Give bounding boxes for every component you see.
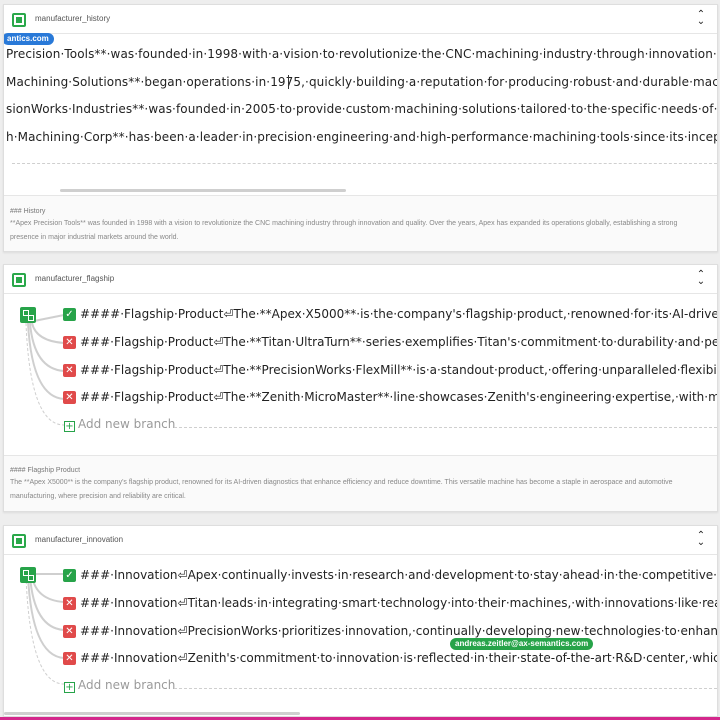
text-line[interactable]: Machining·Solutions**·began·operations·i… (6, 75, 717, 89)
x-icon[interactable]: ✕ (63, 597, 76, 610)
x-icon[interactable]: ✕ (63, 625, 76, 638)
text-cursor (288, 75, 289, 89)
root-node-icon[interactable] (20, 307, 36, 323)
horizontal-scrollbar[interactable] (4, 712, 300, 715)
text-line[interactable]: h·Machining·Corp**·has·been·a·leader·in·… (6, 130, 717, 144)
divider (174, 688, 717, 689)
preview-text: The **Apex X5000** is the company's flag… (10, 479, 673, 500)
innovation-card: manufacturer_innovation ⌃ ⌄ ✓ ###·Innovat… (3, 525, 718, 717)
x-icon[interactable]: ✕ (63, 652, 76, 665)
divider (12, 163, 717, 164)
user-tag: andreas.zeitler@ax-semantics.com (450, 638, 594, 650)
text-line[interactable]: sionWorks·Industries**·was·founded·in·20… (6, 102, 717, 116)
node-icon[interactable] (12, 13, 26, 27)
collapse-icon[interactable]: ⌃ ⌄ (695, 531, 707, 548)
add-branch-label: Add new branch (78, 417, 176, 431)
x-icon[interactable]: ✕ (63, 336, 76, 349)
branch-text[interactable]: ###·Innovation⏎Apex·continually·invests·… (80, 568, 717, 582)
branch-text[interactable]: ###·Innovation⏎Titan·leads·in·integratin… (80, 596, 717, 610)
preview-footer: ### History **Apex Precision Tools** was… (4, 195, 717, 251)
card-header: manufacturer_history ⌃ ⌄ (4, 5, 717, 34)
add-branch-button[interactable]: + Add new branch (64, 417, 175, 432)
user-tag: antics.com (4, 33, 54, 45)
horizontal-scrollbar[interactable] (60, 189, 346, 192)
history-card: manufacturer_history ⌃ ⌄ antics.com Preci… (3, 4, 718, 252)
card-header: manufacturer_innovation ⌃ ⌄ (4, 526, 717, 555)
branch-text[interactable]: ####·Flagship·Product⏎The·**Apex·X5000**… (80, 307, 717, 321)
preview-heading: #### Flagship Product (10, 467, 81, 474)
root-node-icon[interactable] (20, 567, 36, 583)
branch-text[interactable]: ###·Flagship·Product⏎The·**Zenith·MicroM… (80, 390, 717, 404)
check-icon[interactable]: ✓ (63, 308, 76, 321)
branch-text[interactable]: ###·Flagship·Product⏎The·**Titan·UltraTu… (80, 335, 717, 349)
preview-text: **Apex Precision Tools** was founded in … (10, 220, 678, 241)
divider (174, 427, 717, 428)
x-icon[interactable]: ✕ (63, 391, 76, 404)
plus-icon: + (64, 682, 75, 693)
branch-text[interactable]: ###·Flagship·Product⏎The·**PrecisionWork… (80, 363, 717, 377)
text-line[interactable]: Precision·Tools**·was·founded·in·1998·wi… (6, 47, 717, 61)
preview-footer: #### Flagship Product The **Apex X5000**… (4, 455, 717, 511)
plus-icon: + (64, 421, 75, 432)
card-header: manufacturer_flagship ⌃ ⌄ (4, 265, 717, 294)
x-icon[interactable]: ✕ (63, 364, 76, 377)
add-branch-button[interactable]: + Add new branch (64, 678, 175, 693)
preview-heading: ### History (10, 208, 46, 215)
collapse-icon[interactable]: ⌃ ⌄ (695, 270, 707, 287)
flagship-card: manufacturer_flagship ⌃ ⌄ ✓ ####·Flagship… (3, 264, 718, 512)
card-title: manufacturer_history (35, 14, 111, 23)
branch-text[interactable]: ###·Innovation⏎Zenith's·commitment·to·in… (80, 651, 717, 665)
add-branch-label: Add new branch (78, 678, 176, 692)
check-icon[interactable]: ✓ (63, 569, 76, 582)
collapse-icon[interactable]: ⌃ ⌄ (695, 10, 707, 27)
branch-text[interactable]: ###·Innovation⏎PrecisionWorks·prioritize… (80, 624, 717, 638)
